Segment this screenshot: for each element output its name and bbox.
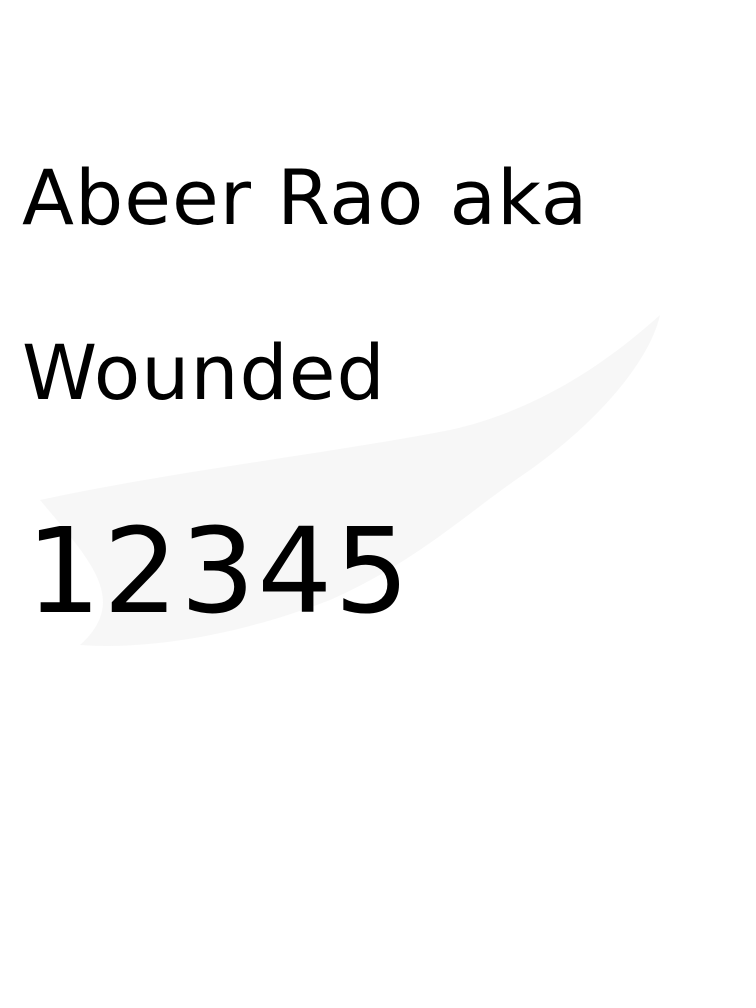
name-line: Abeer Rao aka	[22, 153, 589, 242]
alias-line: Wounded	[22, 328, 386, 417]
number-line: 12345	[26, 502, 412, 640]
